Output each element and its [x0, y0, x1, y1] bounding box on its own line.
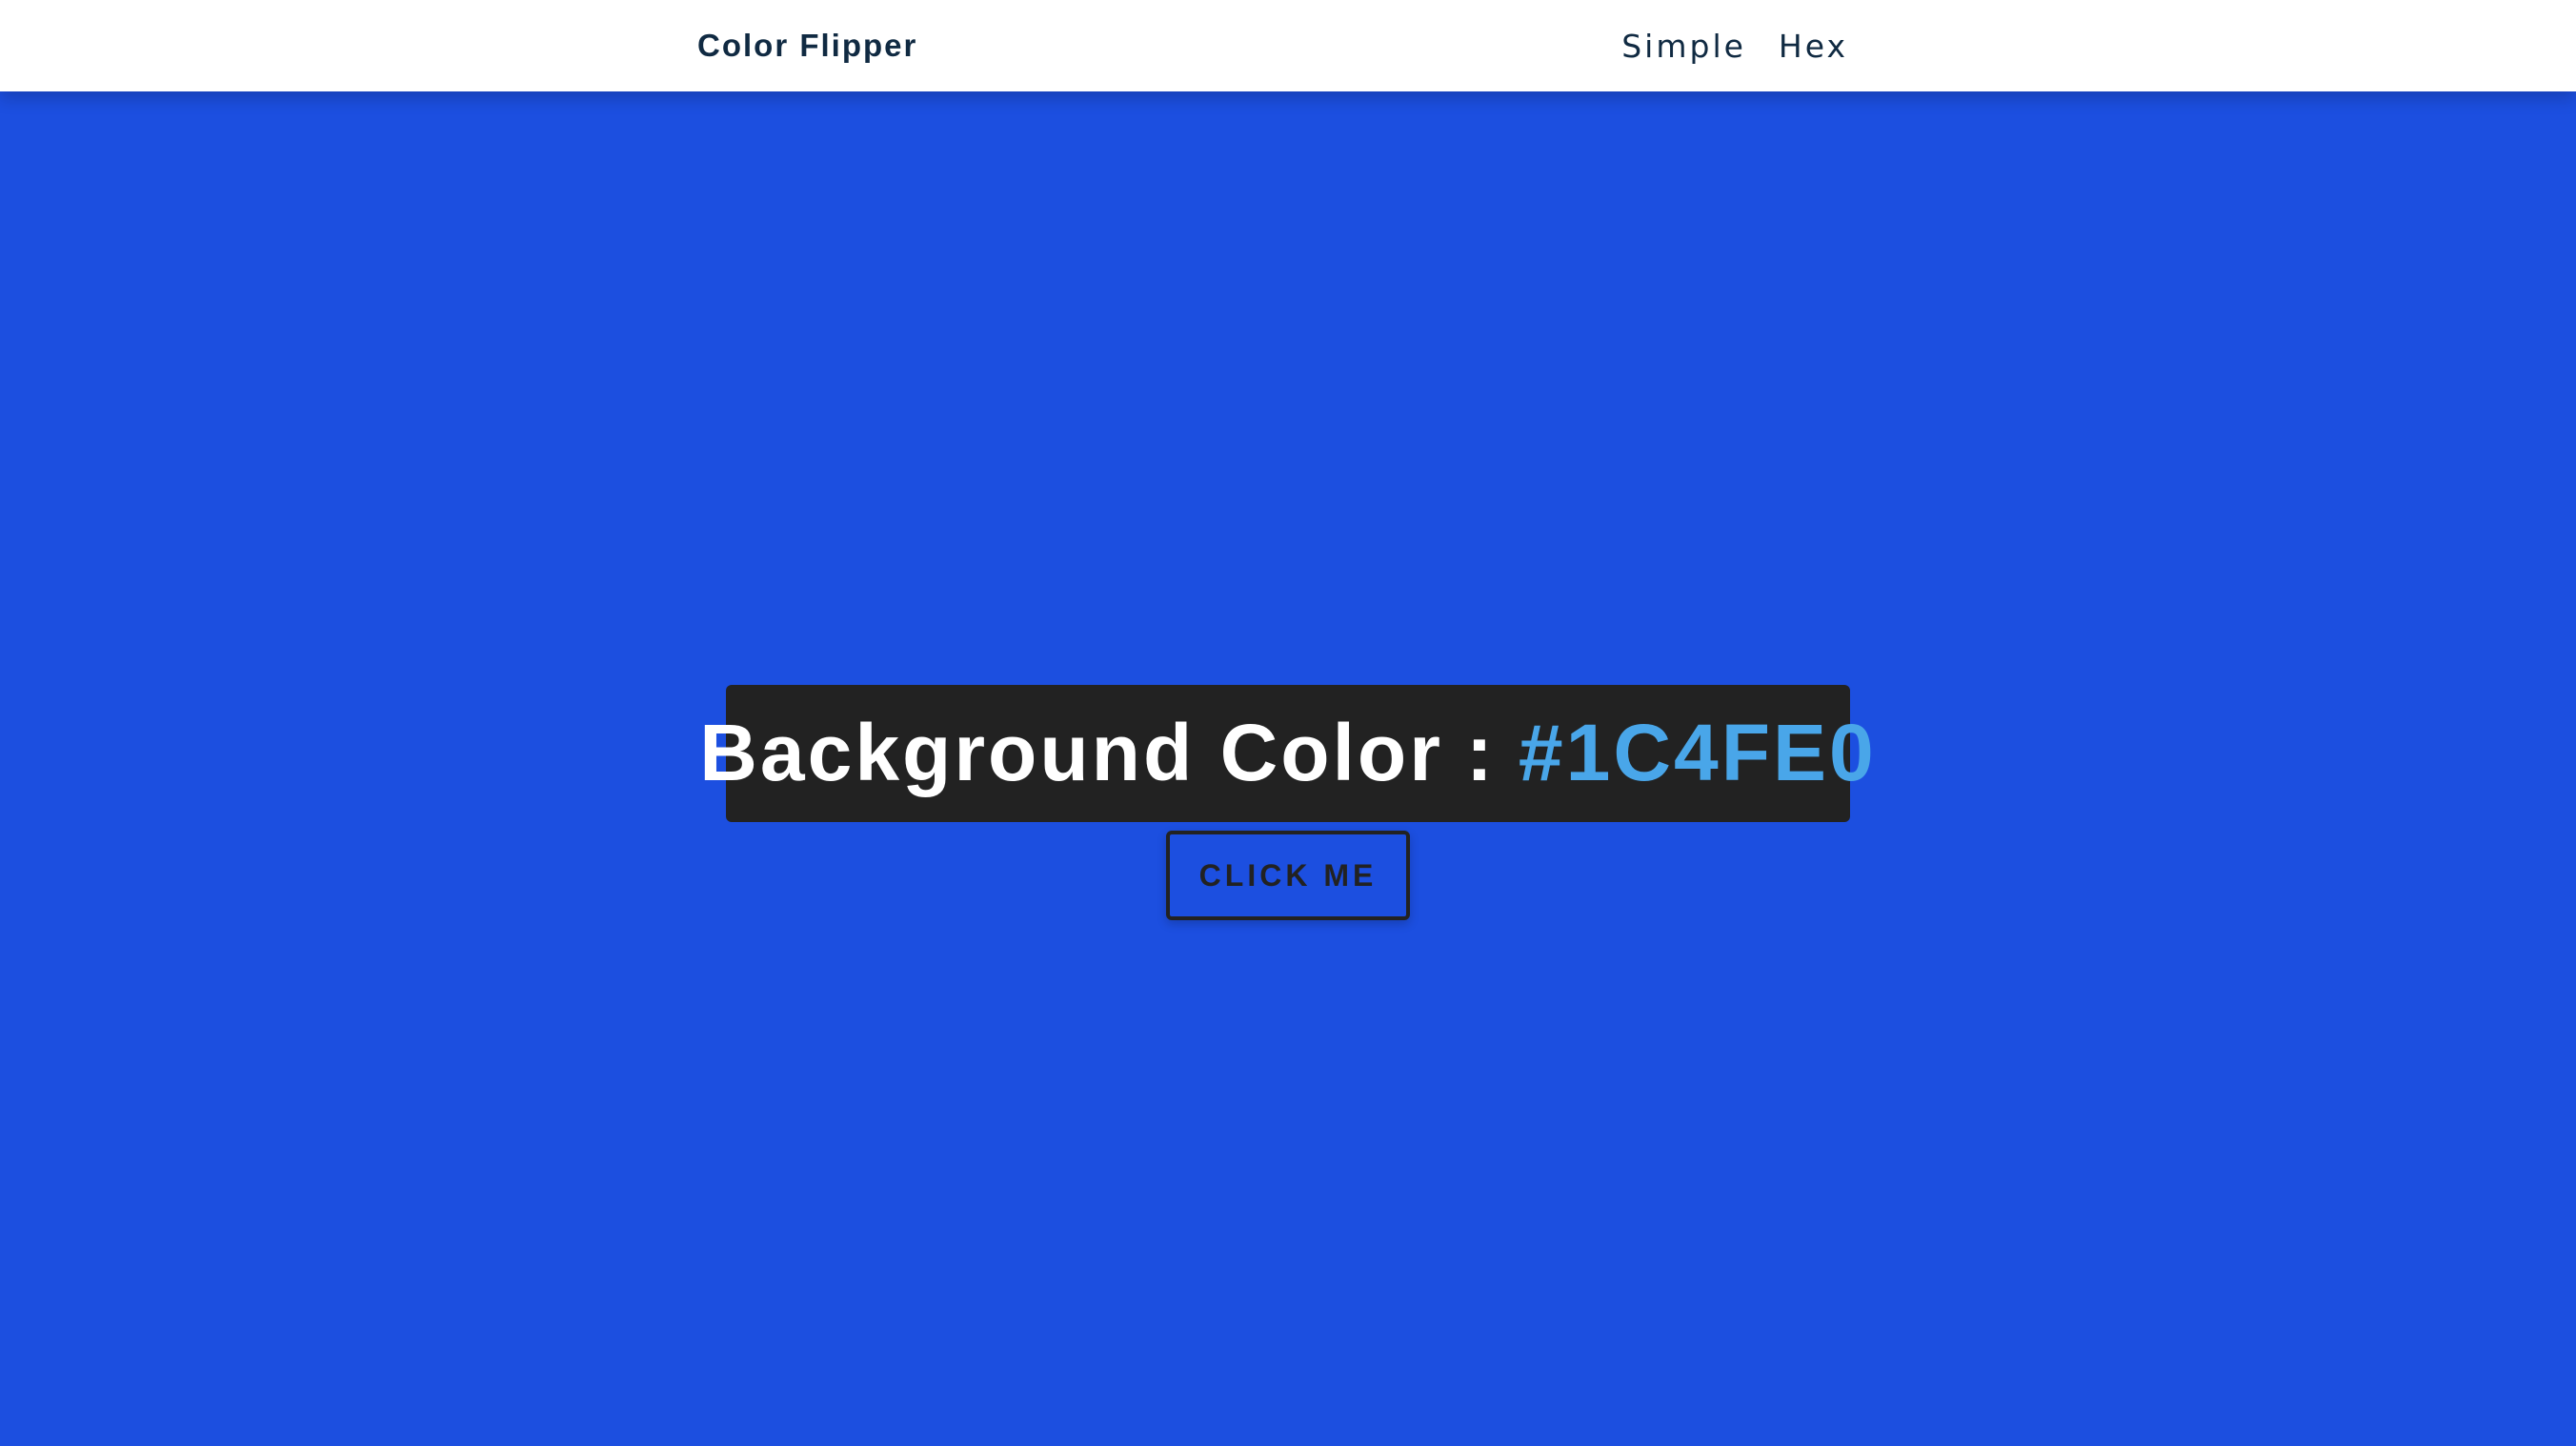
brand-title: Color Flipper [697, 28, 918, 63]
navbar: Color Flipper Simple Hex [0, 0, 2576, 91]
label-prefix: Background Color [699, 708, 1443, 798]
nav-links: Simple Hex [1621, 28, 1848, 65]
nav-item-hex: Hex [1779, 28, 1848, 65]
click-me-button[interactable]: CLICK ME [1166, 831, 1410, 920]
background-color-label: Background Color : #1C4FE0 [699, 684, 1874, 822]
label-separator: : [1465, 708, 1496, 798]
nav-item-simple: Simple [1621, 28, 1746, 65]
main-container: Background Color : #1C4FE0 CLICK ME [0, 91, 2576, 1446]
color-value: #1C4FE0 [1518, 708, 1877, 798]
nav-center: Color Flipper Simple Hex [697, 0, 1848, 91]
nav-link-hex[interactable]: Hex [1779, 28, 1848, 65]
nav-link-simple[interactable]: Simple [1621, 28, 1746, 65]
